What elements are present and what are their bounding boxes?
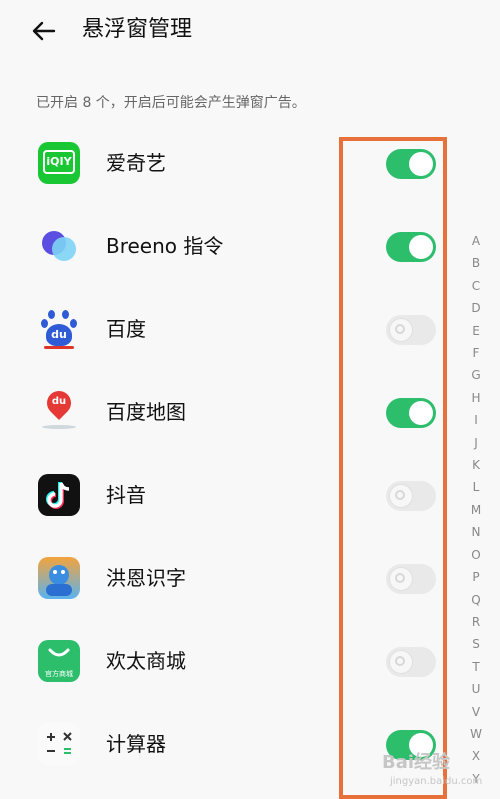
alphabet-index-letter[interactable]: J	[468, 432, 484, 454]
alphabet-index-letter[interactable]: O	[468, 544, 484, 566]
alphabet-index-letter[interactable]: I	[468, 409, 484, 431]
breeno-icon	[38, 225, 80, 267]
floating-window-toggle[interactable]	[386, 149, 436, 179]
list-item: 官方商城 欢太商城	[0, 618, 500, 701]
list-item: du 百度	[0, 286, 500, 369]
app-name: 洪恩识字	[106, 566, 186, 590]
app-list: iQIY 爱奇艺 Breeno 指令 du 百度 du 百度地图 抖音 洪恩识字…	[0, 120, 500, 784]
alphabet-index-letter[interactable]: P	[468, 566, 484, 588]
header-bar: 悬浮窗管理	[0, 0, 500, 64]
alphabet-index-letter[interactable]: G	[468, 364, 484, 386]
hongen-icon	[38, 557, 80, 599]
app-name: 爱奇艺	[106, 151, 166, 175]
heytap-store-icon: 官方商城	[38, 640, 80, 682]
alphabet-index-letter[interactable]: X	[468, 745, 484, 767]
calculator-icon	[38, 723, 80, 765]
watermark: Bai经验	[382, 752, 451, 773]
back-arrow-icon	[32, 21, 56, 41]
floating-window-toggle[interactable]	[386, 481, 436, 511]
list-item: du 百度地图	[0, 369, 500, 452]
watermark-url: jingyan.baidu.com	[390, 776, 483, 787]
enabled-count-note: 已开启 8 个，开启后可能会产生弹窗广告。	[36, 95, 306, 111]
list-item: 洪恩识字	[0, 535, 500, 618]
alphabet-index-letter[interactable]: B	[468, 252, 484, 274]
alphabet-index-letter[interactable]: T	[468, 656, 484, 678]
alphabet-index-letter[interactable]: L	[468, 476, 484, 498]
alphabet-index-letter[interactable]: S	[468, 633, 484, 655]
alphabet-index-letter[interactable]: H	[468, 387, 484, 409]
alphabet-index-letter[interactable]: A	[468, 230, 484, 252]
baidu-icon: du	[38, 308, 80, 350]
floating-window-toggle[interactable]	[386, 647, 436, 677]
app-name: 百度地图	[106, 400, 186, 424]
alphabet-index-letter[interactable]: E	[468, 320, 484, 342]
page-title: 悬浮窗管理	[82, 17, 193, 42]
list-item: iQIY 爱奇艺	[0, 120, 500, 203]
alphabet-index-letter[interactable]: C	[468, 275, 484, 297]
alphabet-index-letter[interactable]: V	[468, 701, 484, 723]
alphabet-index-letter[interactable]: D	[468, 297, 484, 319]
app-name: 抖音	[106, 483, 146, 507]
floating-window-toggle[interactable]	[386, 398, 436, 428]
app-name: 计算器	[106, 732, 166, 756]
app-name: 百度	[106, 317, 146, 341]
alphabet-index-letter[interactable]: F	[468, 342, 484, 364]
alphabet-index-letter[interactable]: R	[468, 611, 484, 633]
alphabet-index-letter[interactable]: W	[468, 723, 484, 745]
floating-window-toggle[interactable]	[386, 564, 436, 594]
list-item: Breeno 指令	[0, 203, 500, 286]
baidu-map-icon: du	[38, 391, 80, 433]
alphabet-index-letter[interactable]: Q	[468, 589, 484, 611]
alphabet-index-letter[interactable]: U	[468, 678, 484, 700]
floating-window-toggle[interactable]	[386, 315, 436, 345]
floating-window-toggle[interactable]	[386, 232, 436, 262]
iqiyi-icon: iQIY	[38, 142, 80, 184]
app-name: Breeno 指令	[106, 234, 224, 258]
list-item: 抖音	[0, 452, 500, 535]
alphabet-index-letter[interactable]: M	[468, 499, 484, 521]
back-button[interactable]	[28, 16, 64, 46]
app-name: 欢太商城	[106, 649, 186, 673]
alphabet-index[interactable]: ABCDEFGHIJKLMNOPQRSTUVWXY	[468, 230, 484, 790]
douyin-icon	[38, 474, 80, 516]
alphabet-index-letter[interactable]: N	[468, 521, 484, 543]
alphabet-index-letter[interactable]: K	[468, 454, 484, 476]
